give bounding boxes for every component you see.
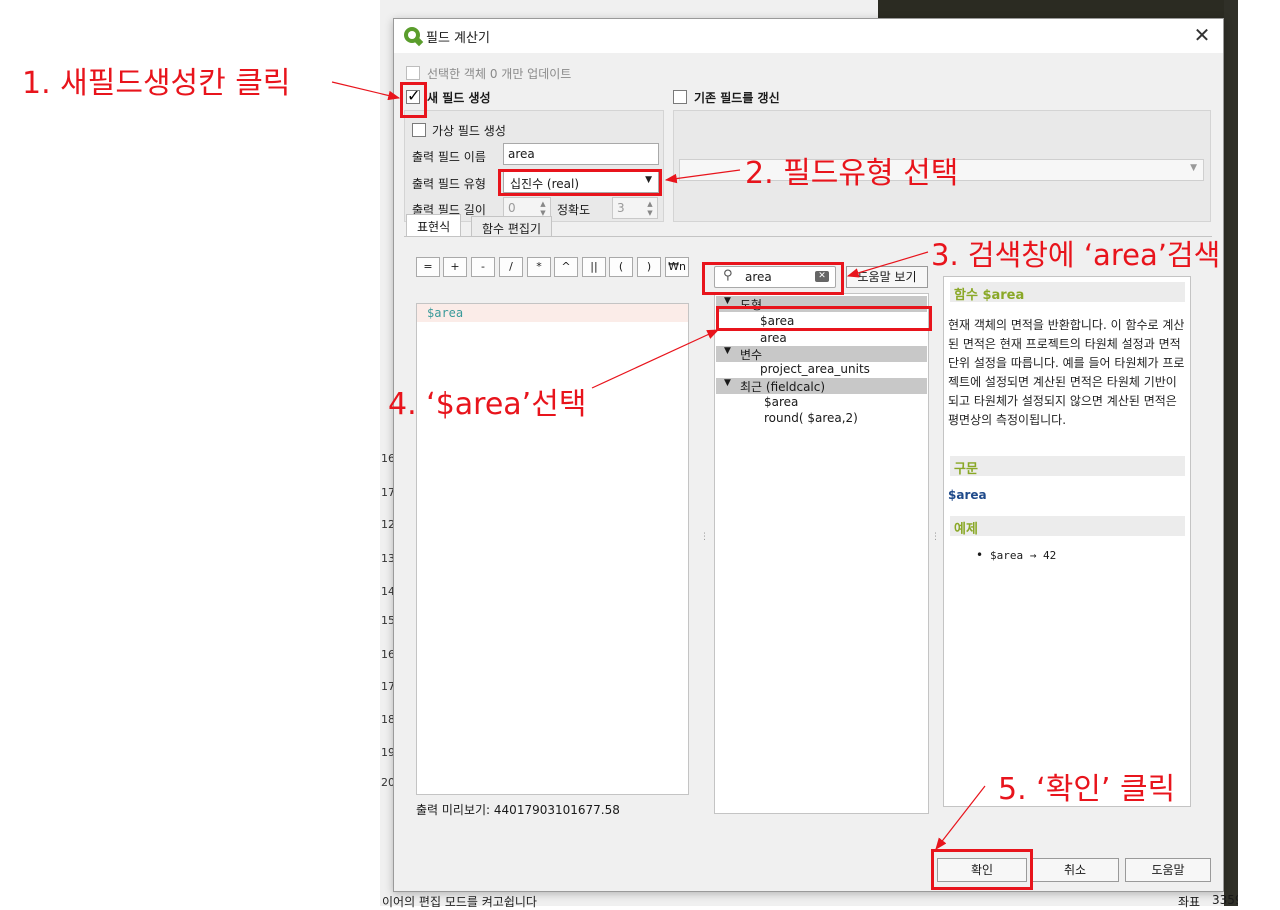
- chevron-down-icon: ▼: [724, 346, 731, 356]
- highlight-field-type: [498, 169, 662, 196]
- table-row-number: 15: [381, 614, 393, 627]
- update-selected-checkbox[interactable]: [406, 66, 420, 80]
- operator-close-paren-button[interactable]: ): [637, 257, 661, 277]
- operator-divide-button[interactable]: /: [499, 257, 523, 277]
- dialog-title: 필드 계산기: [426, 31, 490, 46]
- splitter-handle[interactable]: ⋮: [931, 532, 940, 542]
- cancel-button[interactable]: 취소: [1031, 858, 1119, 882]
- expression-editor[interactable]: $area: [416, 303, 689, 795]
- tree-item-recent-area[interactable]: $area: [764, 395, 798, 409]
- operator-plus-button[interactable]: +: [443, 257, 467, 277]
- background-map-strip: [878, 0, 1238, 18]
- splitter-handle[interactable]: ⋮: [700, 532, 709, 542]
- qgis-logo-icon: [404, 27, 420, 43]
- show-help-button[interactable]: 도움말 보기: [846, 266, 928, 288]
- operator-power-button[interactable]: ^: [554, 257, 578, 277]
- tree-item-recent-round[interactable]: round( $area,2): [764, 411, 858, 425]
- annotation-step-4: 4. ‘$area’선택: [388, 387, 587, 422]
- output-type-label: 출력 필드 유형: [412, 177, 486, 191]
- output-preview: 출력 미리보기: 44017903101677.58: [416, 803, 620, 817]
- highlight-search-box: [702, 262, 844, 295]
- background-map-edge: [1224, 0, 1238, 906]
- tree-group-label: 변수: [740, 348, 763, 362]
- virtual-field-checkbox[interactable]: [412, 123, 426, 137]
- highlight-new-field-checkbox: [400, 82, 427, 118]
- operator-equals-button[interactable]: =: [416, 257, 440, 277]
- status-coordinate-label: 좌표: [1178, 895, 1201, 909]
- operator-concat-button[interactable]: ||: [582, 257, 606, 277]
- annotation-step-5: 5. ‘확인’ 클릭: [998, 772, 1176, 807]
- tree-item-project-area-units[interactable]: project_area_units: [760, 362, 870, 376]
- background-right-margin: [1238, 0, 1280, 906]
- table-row-number: 13: [381, 552, 393, 565]
- annotation-step-2: 2. 필드유형 선택: [745, 156, 959, 191]
- highlight-ok-button: [931, 849, 1033, 890]
- spin-down-icon[interactable]: ▼: [643, 208, 657, 218]
- help-title: 함수 $area: [950, 282, 1185, 303]
- help-syntax: $area: [948, 488, 987, 502]
- highlight-area-item: [716, 306, 932, 331]
- chevron-down-icon: ▼: [1190, 163, 1197, 173]
- help-description: 현재 객체의 면적을 반환합니다. 이 함수로 계산된 면적은 현재 프로젝트의…: [948, 318, 1185, 427]
- status-coordinate-value: 3359: [1212, 893, 1238, 907]
- update-selected-label: 선택한 객체 0 개만 업데이트: [427, 67, 572, 81]
- output-name-label: 출력 필드 이름: [412, 150, 486, 164]
- operator-newline-button[interactable]: ₩n: [665, 257, 689, 277]
- bullet-icon: •: [976, 548, 984, 562]
- tree-item-area-field[interactable]: area: [760, 331, 787, 345]
- precision-value: 3: [617, 201, 625, 215]
- precision-label: 정확도: [557, 203, 591, 217]
- precision-spinbox[interactable]: 3 ▲ ▼: [612, 197, 658, 219]
- output-name-input[interactable]: area: [503, 143, 659, 165]
- chevron-down-icon: ▼: [724, 378, 731, 388]
- table-row-number: 19: [381, 746, 393, 759]
- operator-minus-button[interactable]: -: [471, 257, 495, 277]
- update-existing-checkbox[interactable]: [673, 90, 687, 104]
- table-row-number: 14: [381, 585, 393, 598]
- tree-group-label: 최근 (fieldcalc): [740, 380, 826, 394]
- help-syntax-header: 구문: [950, 456, 1185, 477]
- help-button[interactable]: 도움말: [1125, 858, 1211, 882]
- tree-group-recent[interactable]: ▼ 최근 (fieldcalc): [716, 378, 927, 394]
- table-row-number: 12: [381, 518, 393, 531]
- table-row-number: 20: [381, 776, 393, 789]
- table-row-number: 17: [381, 680, 393, 693]
- tree-group-variables[interactable]: ▼ 변수: [716, 346, 927, 362]
- virtual-field-label: 가상 필드 생성: [432, 124, 506, 138]
- tab-function-editor[interactable]: 함수 편집기: [471, 216, 553, 236]
- status-bar-message: 이어의 편집 모드를 켜고쉽니다: [382, 895, 537, 909]
- operator-open-paren-button[interactable]: (: [609, 257, 633, 277]
- output-length-value: 0: [508, 201, 516, 215]
- help-example: $area → 42: [990, 549, 1057, 562]
- table-row-number: 16: [381, 452, 393, 465]
- annotation-step-1: 1. 새필드생성칸 클릭: [22, 66, 291, 101]
- chevron-down-icon: ▼: [724, 296, 731, 306]
- create-new-field-label: 새 필드 생성: [427, 91, 491, 105]
- dialog-titlebar: 필드 계산기 ✕: [394, 19, 1223, 53]
- update-existing-label: 기존 필드를 갱신: [694, 91, 780, 105]
- table-row-number: 18: [381, 713, 393, 726]
- help-examples-header: 예제: [950, 516, 1185, 537]
- tab-expression[interactable]: 표현식: [406, 214, 462, 236]
- operator-multiply-button[interactable]: *: [527, 257, 551, 277]
- table-row-number: 17: [381, 486, 393, 499]
- close-icon[interactable]: ✕: [1191, 23, 1213, 47]
- expression-text: $area: [427, 306, 464, 320]
- table-row-number: 16: [381, 648, 393, 661]
- annotation-step-3: 3. 검색창에 ‘area’검색: [931, 238, 1221, 272]
